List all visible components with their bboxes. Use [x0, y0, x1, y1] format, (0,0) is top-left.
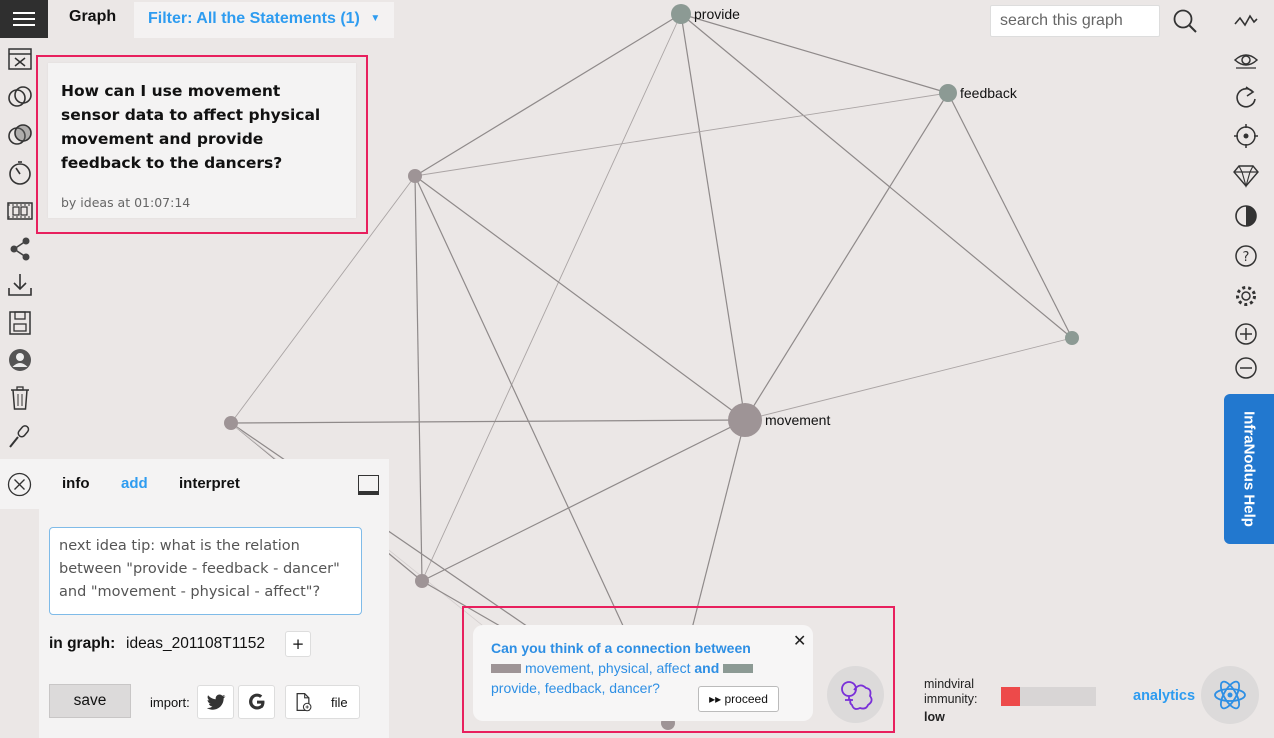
trash-icon[interactable]: [6, 384, 34, 412]
help-tab-label: InfraNodus Help: [1240, 411, 1258, 527]
wave-icon[interactable]: [1233, 8, 1259, 34]
infranodus-help-tab[interactable]: InfraNodus Help: [1224, 394, 1274, 544]
immunity-bar-fill: [1001, 687, 1020, 706]
statement-card[interactable]: How can I use movement sensor data to af…: [48, 63, 356, 218]
svg-text:?: ?: [1243, 250, 1250, 265]
add-graph-button[interactable]: +: [285, 631, 311, 657]
app-title[interactable]: Graph: [69, 8, 116, 26]
close-panel-icon[interactable]: [7, 472, 32, 497]
idea-input[interactable]: next idea tip: what is the relation betw…: [49, 527, 362, 615]
statement-text: How can I use movement sensor data to af…: [61, 82, 321, 172]
node-label-provide: provide: [694, 6, 740, 22]
overlap-circles-icon[interactable]: [6, 83, 34, 111]
twitter-icon: [206, 694, 225, 710]
zoom-in-icon[interactable]: [1233, 321, 1259, 347]
timer-icon[interactable]: [6, 159, 34, 187]
settings-icon[interactable]: [1233, 283, 1259, 309]
tab-interpret[interactable]: interpret: [179, 475, 240, 492]
node-sensor: [415, 574, 429, 588]
suggestion-question: Can you think of a connection between: [491, 640, 751, 656]
panel-notch: [0, 509, 39, 738]
node-movement: [728, 403, 762, 437]
caret-down-icon: ▼: [370, 13, 381, 25]
graph-name[interactable]: ideas_201108T1152: [126, 635, 265, 653]
analytics-link[interactable]: analytics: [1133, 688, 1195, 704]
node-label-feedback: feedback: [960, 85, 1018, 101]
close-suggestion-icon[interactable]: ✕: [793, 631, 806, 650]
contrast-icon[interactable]: [1233, 203, 1259, 229]
user-icon[interactable]: [6, 346, 34, 374]
immunity-value: low: [924, 710, 945, 724]
share-icon[interactable]: [6, 235, 34, 263]
save-disk-icon[interactable]: [6, 309, 34, 337]
suggestion-group1[interactable]: movement, physical, affect: [525, 660, 690, 676]
menu-line: [13, 12, 35, 14]
menu-line: [13, 24, 35, 26]
group2-swatch: [723, 663, 754, 673]
node-label-movement: movement: [765, 412, 830, 428]
group1-swatch: [491, 663, 521, 673]
tab-info[interactable]: info: [62, 475, 90, 492]
dashboard-icon[interactable]: [6, 45, 34, 73]
suggestion-conjunction: and: [694, 660, 720, 676]
diamond-icon[interactable]: [1233, 162, 1259, 189]
node-provide: [671, 4, 691, 24]
proceed-button[interactable]: ▸▸ proceed: [698, 686, 779, 712]
venn-icon[interactable]: [6, 121, 34, 149]
tab-add[interactable]: add: [121, 475, 148, 492]
microphone-icon[interactable]: [6, 422, 34, 450]
node-physical: [224, 416, 238, 430]
file-label: file: [331, 694, 348, 710]
download-icon[interactable]: [6, 271, 34, 299]
import-file-button[interactable]: file: [285, 685, 360, 719]
immunity-bar: [1001, 687, 1096, 706]
atom-icon[interactable]: [1201, 666, 1259, 724]
help-icon[interactable]: ?: [1233, 243, 1259, 269]
hamburger-menu-button[interactable]: [0, 0, 48, 38]
search-icon[interactable]: [1171, 7, 1199, 35]
file-add-icon: [296, 693, 312, 712]
eye-icon[interactable]: [1233, 47, 1259, 73]
filter-dropdown[interactable]: Filter: All the Statements (1) ▼: [134, 2, 394, 38]
google-icon: [248, 693, 264, 710]
import-google-button[interactable]: [238, 685, 275, 719]
node-dancer: [1065, 331, 1079, 345]
statement-meta: by ideas at 01:07:14: [61, 195, 191, 210]
graph-label: in graph:: [49, 635, 116, 652]
target-icon[interactable]: [1233, 123, 1259, 149]
import-label: import:: [150, 695, 190, 710]
import-twitter-button[interactable]: [197, 685, 234, 719]
save-button[interactable]: save: [49, 684, 131, 718]
brain-icon[interactable]: [827, 666, 884, 723]
suggestion-group2[interactable]: provide, feedback, dancer?: [491, 680, 660, 696]
immunity-label: mindviral immunity:: [924, 677, 978, 706]
refresh-icon[interactable]: [1233, 84, 1259, 110]
node-feedback: [939, 84, 957, 102]
search-input[interactable]: [990, 5, 1160, 37]
node-affect: [408, 169, 422, 183]
menu-line: [13, 18, 35, 20]
zoom-out-icon[interactable]: [1233, 355, 1259, 381]
filter-label: Filter: All the Statements (1): [148, 10, 360, 27]
film-icon[interactable]: [6, 197, 34, 225]
minimize-panel-icon[interactable]: [358, 475, 379, 495]
